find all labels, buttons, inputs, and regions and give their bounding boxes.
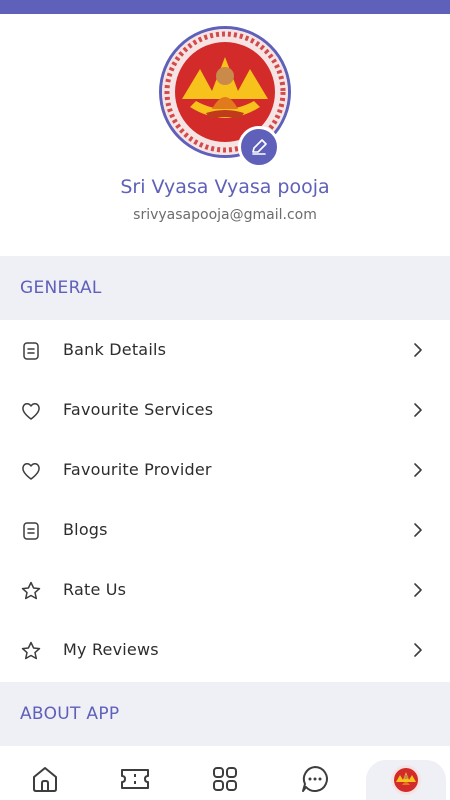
nav-bookings-button[interactable] [115,762,155,796]
menu-item-bank-details[interactable]: Bank Details [0,320,450,380]
edit-profile-button[interactable] [238,126,280,168]
section-header-general: GENERAL [0,256,450,320]
chevron-right-icon [414,523,422,537]
heart-icon [20,460,42,482]
section-header-about-app: ABOUT APP [0,682,450,746]
chevron-right-icon [414,643,422,657]
menu-item-favourite-services[interactable]: Favourite Services [0,380,450,440]
profile-name: Sri Vyasa Vyasa pooja [120,176,330,198]
menu-item-label: Blogs [63,520,108,539]
heart-icon [20,400,42,422]
menu-item-my-reviews[interactable]: My Reviews [0,620,450,680]
profile-avatar [391,765,421,795]
menu-item-label: Bank Details [63,340,167,359]
home-icon [33,767,57,792]
chevron-right-icon [414,403,422,417]
profile-email: srivyasapooja@gmail.com [133,207,317,223]
star-icon [20,640,42,662]
menu-item-label: Rate Us [63,580,127,599]
chat-icon [302,766,328,792]
nav-chat-button[interactable] [295,762,335,796]
chevron-right-icon [414,463,422,477]
menu-item-blogs[interactable]: Blogs [0,500,450,560]
avatar-container [159,26,291,168]
star-icon [20,580,42,602]
profile-header: Sri Vyasa Vyasa pooja srivyasapooja@gmai… [0,14,450,256]
nav-home-button[interactable] [25,762,65,796]
chevron-right-icon [414,343,422,357]
document-icon [20,520,42,542]
menu-item-rate-us[interactable]: Rate Us [0,560,450,620]
menu-item-favourite-provider[interactable]: Favourite Provider [0,440,450,500]
ticket-icon [121,769,149,789]
document-icon [20,340,42,362]
menu-item-label: My Reviews [63,640,159,659]
nav-profile-button[interactable] [366,760,446,800]
pencil-icon [252,139,267,155]
menu-item-label: Favourite Services [63,400,214,419]
bottom-navigation [0,748,450,800]
status-strip [0,0,450,14]
nav-categories-button[interactable] [205,762,245,796]
grid-icon [213,767,237,791]
chevron-right-icon [414,583,422,597]
menu-item-label: Favourite Provider [63,460,212,479]
general-menu: Bank Details Favourite Services Favourit… [0,320,450,680]
